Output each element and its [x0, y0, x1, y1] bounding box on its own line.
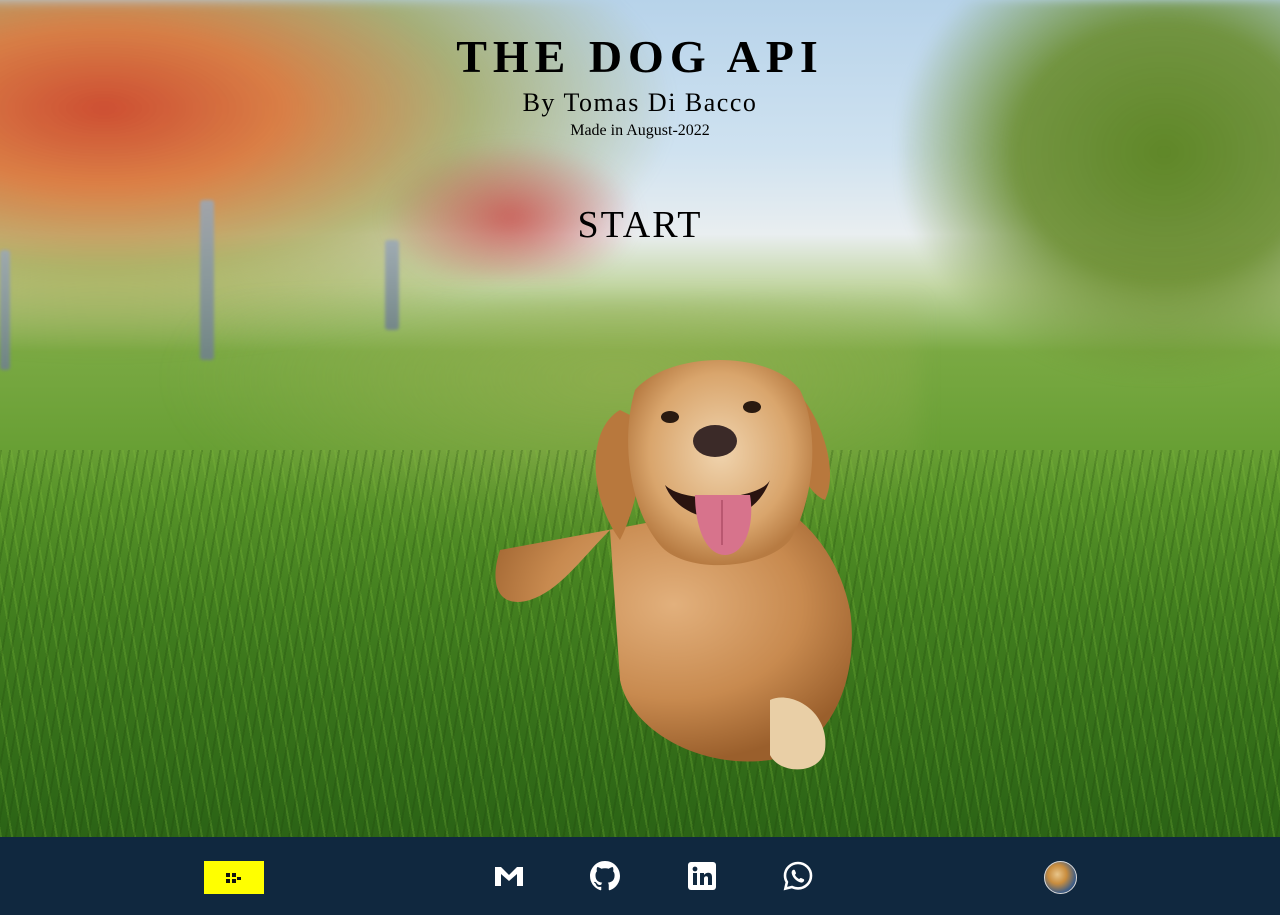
whatsapp-link[interactable]: [782, 860, 814, 892]
henry-logo-icon: [226, 872, 241, 883]
footer: [0, 837, 1280, 915]
henry-logo-link[interactable]: [204, 861, 264, 894]
hero-section: THE DOG API By Tomas Di Bacco Made in Au…: [0, 0, 1280, 837]
linkedin-link[interactable]: [686, 860, 718, 892]
author-byline: By Tomas Di Bacco: [522, 88, 758, 117]
gmail-icon: [495, 867, 523, 886]
whatsapp-icon: [783, 861, 813, 891]
gmail-link[interactable]: [493, 860, 525, 892]
dog-image: [495, 360, 852, 770]
github-icon: [590, 861, 620, 891]
start-button[interactable]: START: [575, 200, 705, 250]
github-link[interactable]: [589, 860, 621, 892]
profile-avatar[interactable]: [1044, 861, 1077, 894]
page-title: THE DOG API: [456, 31, 824, 82]
made-date: Made in August-2022: [570, 122, 710, 139]
linkedin-icon: [688, 862, 716, 890]
